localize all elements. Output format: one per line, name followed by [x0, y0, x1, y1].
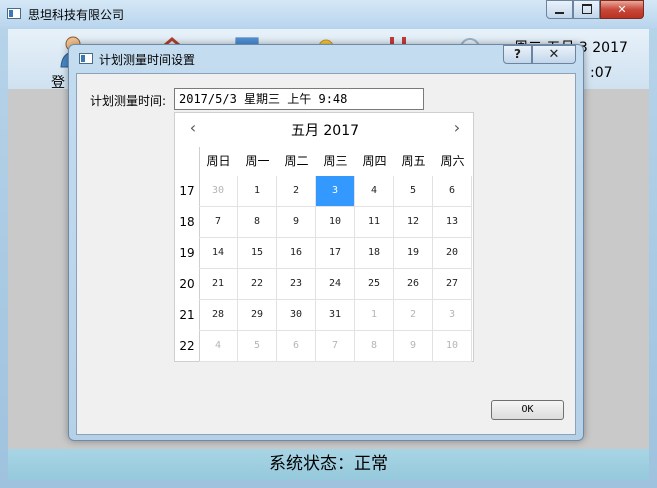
- calendar-day[interactable]: 22: [238, 269, 277, 300]
- calendar-day[interactable]: 11: [355, 207, 394, 238]
- calendar-day[interactable]: 26: [394, 269, 433, 300]
- calendar-day[interactable]: 10: [316, 207, 355, 238]
- week-number: 20: [179, 277, 195, 291]
- calendar-grid: 周日 周一 周二 周三 周四 周五 周六 30 1 2 3 4 5 6 7 8 9 10 11 12 13 14 15 16 1…: [199, 147, 474, 362]
- help-button[interactable]: ?: [503, 45, 532, 64]
- calendar-day[interactable]: 10: [433, 331, 472, 362]
- calendar-day[interactable]: 2: [277, 176, 316, 207]
- week-number: 18: [179, 215, 195, 229]
- calendar-day[interactable]: 23: [277, 269, 316, 300]
- calendar-day[interactable]: 14: [199, 238, 238, 269]
- schedule-time-dialog: 计划测量时间设置 ? ✕ 计划测量时间: 2017/5/3 星期三 上午 9:4…: [68, 44, 584, 441]
- calendar-day[interactable]: 17: [316, 238, 355, 269]
- calendar-day[interactable]: 24: [316, 269, 355, 300]
- close-icon: ✕: [617, 3, 627, 16]
- weekday-header: 周日: [206, 154, 231, 168]
- calendar-day[interactable]: 21: [199, 269, 238, 300]
- weekday-header: 周六: [440, 154, 465, 168]
- calendar-day[interactable]: 28: [199, 300, 238, 331]
- weekday-header: 周五: [401, 154, 426, 168]
- close-icon: ✕: [548, 47, 560, 62]
- dialog-client-area: 计划测量时间: 2017/5/3 星期三 上午 9:48 ‹ 五月 2017 ›…: [76, 73, 576, 435]
- week-number: 17: [179, 184, 195, 198]
- calendar-day[interactable]: 12: [394, 207, 433, 238]
- maximize-button[interactable]: [573, 0, 600, 19]
- week-number: 19: [179, 246, 195, 260]
- calendar-day[interactable]: 9: [277, 207, 316, 238]
- calendar-day[interactable]: 3: [433, 300, 472, 331]
- calendar-day[interactable]: 30: [277, 300, 316, 331]
- dialog-window-icon: [79, 53, 93, 64]
- calendar-day[interactable]: 31: [316, 300, 355, 331]
- calendar-day[interactable]: 2: [394, 300, 433, 331]
- calendar-day[interactable]: 4: [355, 176, 394, 207]
- calendar-day[interactable]: 8: [238, 207, 277, 238]
- minimize-button[interactable]: [546, 0, 573, 19]
- status-bar: 系统状态：正常: [8, 449, 649, 480]
- main-titlebar[interactable]: 思坦科技有限公司 ✕: [0, 0, 657, 28]
- weekday-header: 周一: [245, 154, 270, 168]
- calendar-day[interactable]: 25: [355, 269, 394, 300]
- calendar-day[interactable]: 1: [355, 300, 394, 331]
- calendar-day[interactable]: 5: [394, 176, 433, 207]
- calendar-day[interactable]: 16: [277, 238, 316, 269]
- dialog-close-button[interactable]: ✕: [532, 45, 576, 64]
- weekday-header: 周三: [323, 154, 348, 168]
- calendar-day[interactable]: 9: [394, 331, 433, 362]
- measure-time-label: 计划测量时间:: [90, 94, 167, 108]
- calendar-day[interactable]: 7: [199, 207, 238, 238]
- weekday-header: 周四: [362, 154, 387, 168]
- calendar-day[interactable]: 7: [316, 331, 355, 362]
- week-number: 22: [179, 339, 195, 353]
- maximize-icon: [581, 4, 592, 14]
- status-text: 系统状态：正常: [269, 454, 388, 474]
- calendar-day[interactable]: 6: [277, 331, 316, 362]
- calendar-day[interactable]: 4: [199, 331, 238, 362]
- dialog-title: 计划测量时间设置: [99, 53, 196, 67]
- calendar-day[interactable]: 5: [238, 331, 277, 362]
- ok-button[interactable]: OK: [491, 400, 564, 420]
- week-number-column: 17 18 19 20 21 22: [175, 147, 200, 361]
- calendar-popup: ‹ 五月 2017 › 17 18 19 20 21 22 周日 周一 周二 周三 周四 周五 周六 3…: [174, 112, 474, 362]
- calendar-day-selected[interactable]: 3: [316, 176, 355, 207]
- app-window-icon: [7, 8, 21, 19]
- calendar-day[interactable]: 6: [433, 176, 472, 207]
- calendar-month-label[interactable]: 五月 2017: [175, 120, 475, 140]
- calendar-day[interactable]: 30: [199, 176, 238, 207]
- measure-time-input[interactable]: 2017/5/3 星期三 上午 9:48: [174, 88, 424, 110]
- calendar-day[interactable]: 1: [238, 176, 277, 207]
- calendar-day[interactable]: 18: [355, 238, 394, 269]
- weekday-header: 周二: [284, 154, 309, 168]
- calendar-day[interactable]: 13: [433, 207, 472, 238]
- next-month-button[interactable]: ›: [449, 119, 465, 137]
- calendar-day[interactable]: 15: [238, 238, 277, 269]
- calendar-day[interactable]: 19: [394, 238, 433, 269]
- main-window-title: 思坦科技有限公司: [28, 8, 125, 22]
- close-button[interactable]: ✕: [600, 0, 644, 19]
- calendar-day[interactable]: 29: [238, 300, 277, 331]
- clock-time: :07: [590, 65, 613, 81]
- minimize-icon: [555, 12, 564, 14]
- calendar-day[interactable]: 8: [355, 331, 394, 362]
- help-icon: ?: [514, 47, 521, 61]
- calendar-day[interactable]: 20: [433, 238, 472, 269]
- week-number: 21: [179, 308, 195, 322]
- calendar-day[interactable]: 27: [433, 269, 472, 300]
